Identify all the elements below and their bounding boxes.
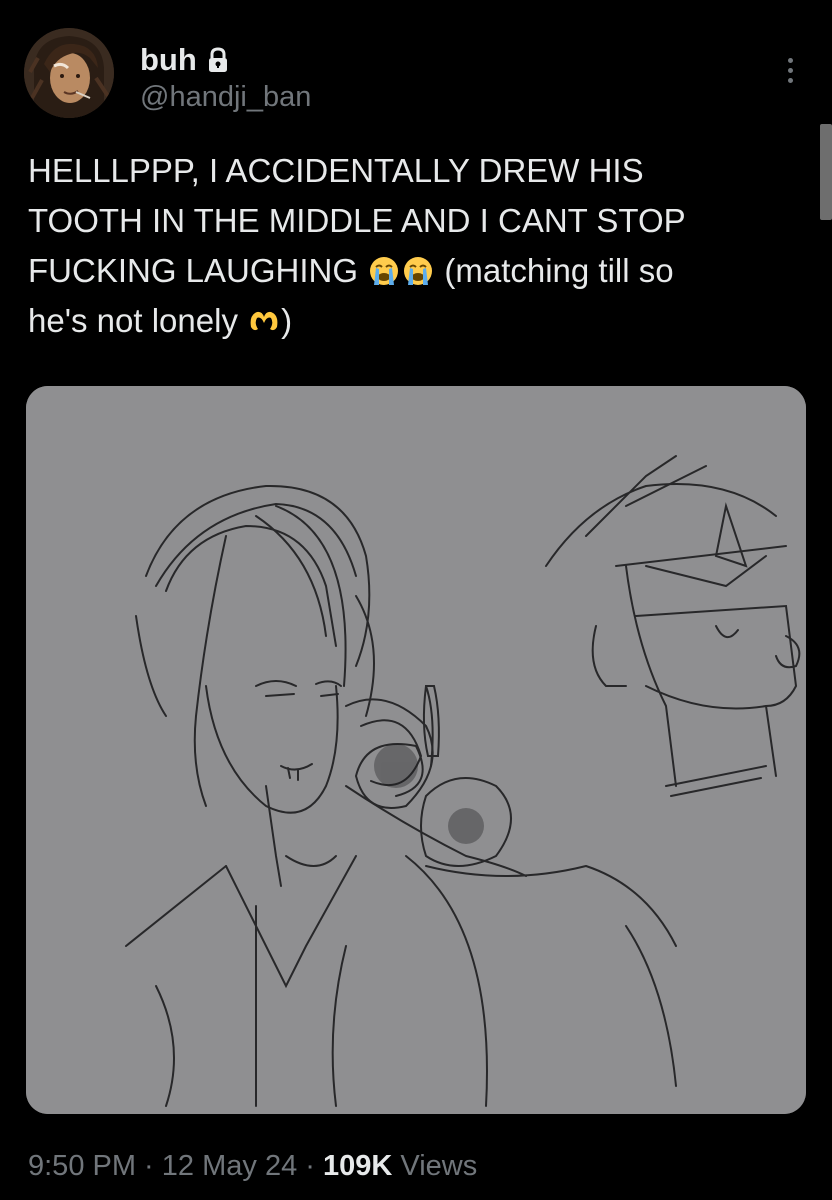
tweet-text-line: HELLLPPP, I ACCIDENTALLY DREW HIS (28, 152, 644, 189)
more-options-icon (787, 57, 793, 63)
tweet-image[interactable] (26, 386, 806, 1114)
tweet-text-segment: FUCKING LAUGHING (28, 252, 368, 289)
avatar[interactable] (24, 28, 114, 118)
loudly-crying-face-emoji (368, 251, 400, 285)
tweet-date[interactable]: 12 May 24 (162, 1150, 297, 1182)
tweet-text-segment: (matching till so (435, 252, 674, 289)
author-name-row: buh (140, 40, 229, 80)
meta-separator: · (136, 1150, 162, 1182)
tweet-text-segment: he's not lonely (28, 302, 248, 339)
tweet-text-line: FUCKING LAUGHING (matching till so (28, 246, 818, 296)
user-handle[interactable]: @handji_ban (140, 78, 311, 116)
tweet-text-line: TOOTH IN THE MIDDLE AND I CANT STOP (28, 202, 686, 239)
tweet-text-line: he's not lonely ) (28, 296, 818, 346)
tweet-time[interactable]: 9:50 PM (28, 1150, 136, 1182)
tweet-metadata: 9:50 PM · 12 May 24 · 109K Views (28, 1146, 477, 1186)
tweet-text: HELLLPPP, I ACCIDENTALLY DREW HIS TOOTH … (28, 146, 818, 346)
sketch-drawing (26, 386, 806, 1114)
loudly-crying-face-emoji (402, 251, 434, 285)
views-label: Views (392, 1150, 478, 1182)
heart-hands-emoji (248, 301, 280, 333)
display-name[interactable]: buh (140, 40, 197, 80)
lock-icon (207, 47, 229, 73)
views-count[interactable]: 109K (323, 1150, 392, 1182)
scrollbar-thumb[interactable] (820, 124, 832, 220)
tweet: buh @handji_ban HELLLPPP, I ACCIDENTALLY… (0, 0, 832, 1200)
avatar-image (24, 28, 114, 118)
tweet-text-segment: ) (281, 302, 293, 339)
more-options-button[interactable] (772, 50, 808, 90)
meta-separator: · (297, 1150, 323, 1182)
